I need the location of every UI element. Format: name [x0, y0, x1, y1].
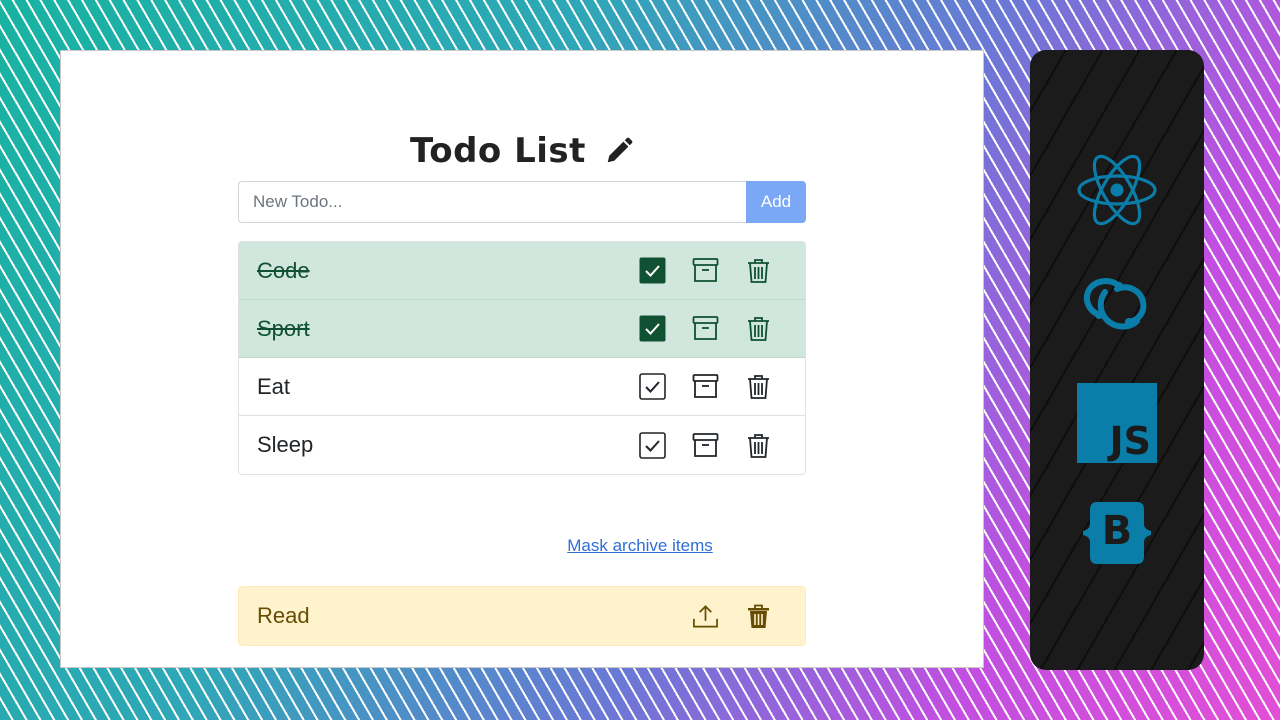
header: Todo List: [61, 129, 983, 173]
todo-label: Sport: [257, 315, 310, 341]
checkbox-icon[interactable]: [639, 431, 666, 459]
sidebar-pattern: [1030, 50, 1204, 670]
add-button[interactable]: Add: [746, 181, 806, 223]
list-item: Sleep: [239, 416, 805, 474]
mask-archive-label[interactable]: Mask archive items: [567, 536, 712, 555]
bootstrap-icon: B: [1077, 500, 1157, 566]
checkbox-checked-icon[interactable]: [639, 315, 666, 342]
archive-icon[interactable]: [692, 373, 719, 400]
page-title: Todo List: [410, 131, 586, 171]
checkbox-checked-icon[interactable]: [639, 257, 666, 284]
archived-label: Read: [257, 603, 310, 628]
bootstrap-icon-text: B: [1101, 508, 1133, 554]
trash-icon[interactable]: [745, 432, 772, 459]
trash-filled-icon[interactable]: [745, 603, 772, 630]
archived-item: Read: [238, 586, 806, 646]
todo-label: Code: [257, 257, 310, 283]
todo-list: Code Sport Eat Sleep: [238, 241, 806, 475]
tech-sidebar: JS B: [1030, 50, 1204, 670]
redux-icon: [1083, 278, 1147, 330]
archive-icon[interactable]: [692, 315, 719, 342]
trash-icon[interactable]: [745, 373, 772, 400]
list-item: Sport: [239, 300, 805, 358]
trash-icon[interactable]: [745, 257, 772, 284]
pencil-icon: [607, 137, 633, 163]
archive-icon[interactable]: [692, 257, 719, 284]
new-todo-form: Add: [238, 181, 806, 223]
todo-label: Sleep: [257, 432, 314, 457]
javascript-icon-text: JS: [1109, 419, 1151, 463]
trash-icon[interactable]: [745, 315, 772, 342]
react-icon: [1077, 154, 1157, 226]
checkbox-icon[interactable]: [639, 373, 666, 400]
unarchive-upload-icon[interactable]: [692, 603, 719, 630]
list-item: Eat: [239, 358, 805, 416]
archive-icon[interactable]: [692, 432, 719, 459]
new-todo-input[interactable]: [238, 181, 746, 223]
list-item: Code: [239, 242, 805, 300]
todo-label: Eat: [257, 373, 291, 399]
javascript-icon: JS: [1077, 383, 1157, 463]
